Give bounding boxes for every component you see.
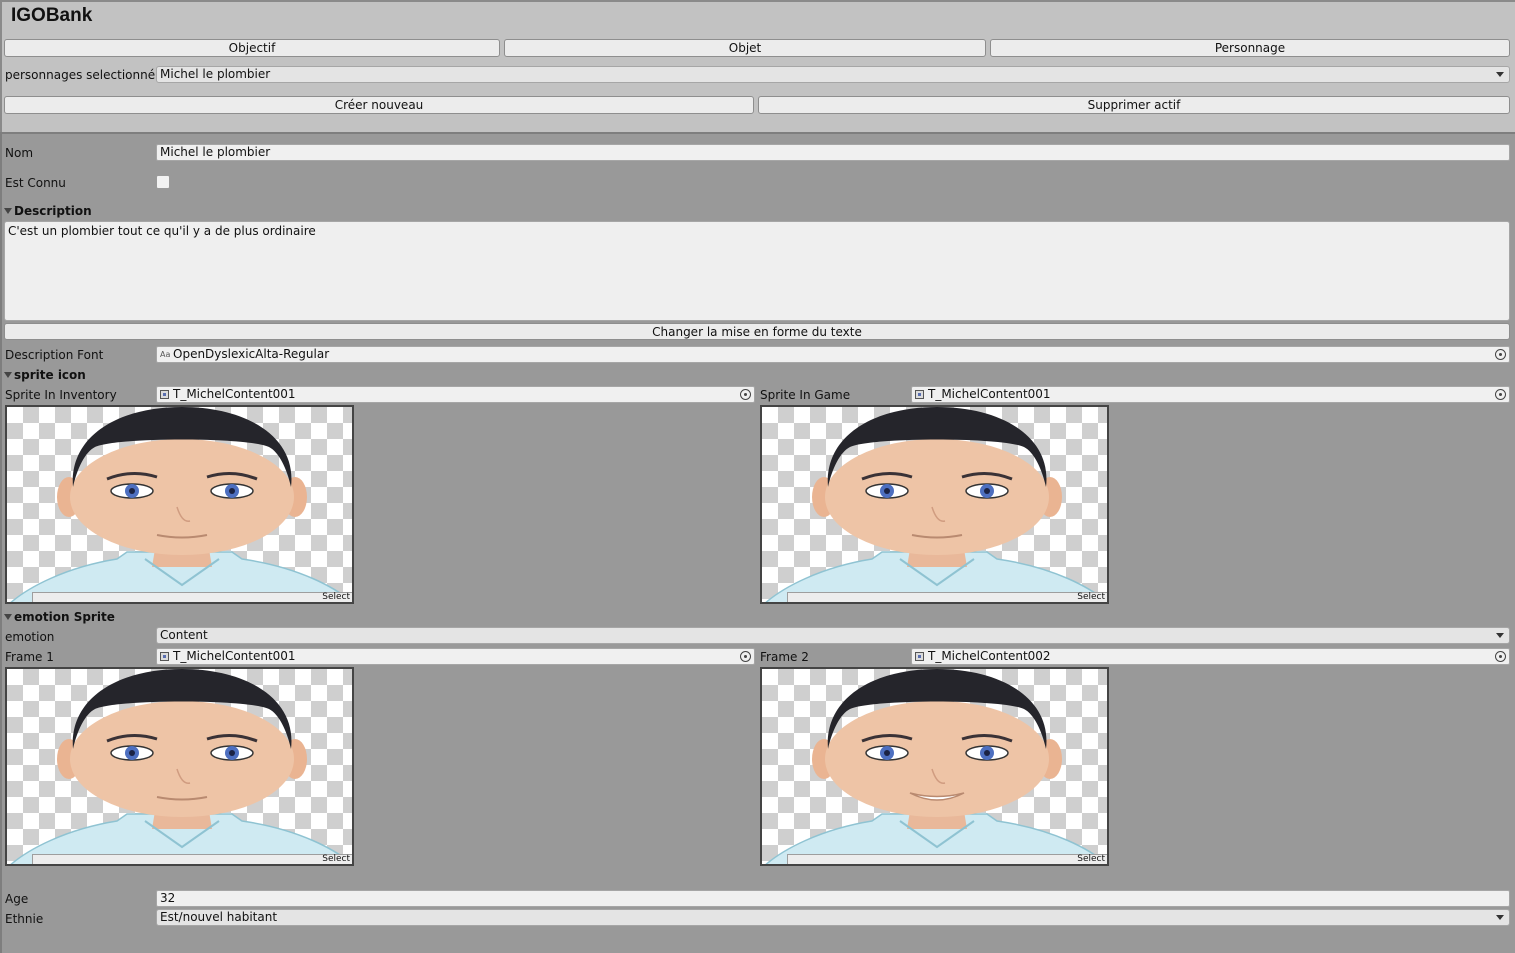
age-value: 32 — [160, 891, 176, 905]
change-format-button[interactable]: Changer la mise en forme du texte — [4, 323, 1510, 340]
emotion-value: Content — [160, 628, 208, 642]
character-portrait-image — [765, 669, 1107, 864]
object-picker-icon[interactable] — [740, 389, 751, 400]
description-font-label: Description Font — [5, 348, 104, 362]
sprite-select-button[interactable]: Select — [787, 854, 1107, 864]
chevron-down-icon — [1496, 72, 1504, 77]
selected-character-value: Michel le plombier — [160, 67, 271, 81]
character-portrait-image — [765, 407, 1107, 602]
emotion-dropdown[interactable]: Content — [156, 627, 1510, 644]
frame2-field[interactable]: T_MichelContent002 — [911, 648, 1510, 665]
sprite-asset-icon — [915, 390, 924, 399]
ethnicity-label: Ethnie — [5, 912, 44, 926]
window-title: IGOBank — [11, 5, 93, 26]
sprite-game-value: T_MichelContent001 — [928, 387, 1051, 401]
emotion-sprite-header: emotion Sprite — [14, 610, 115, 624]
sprite-game-preview[interactable]: Select — [760, 405, 1109, 604]
character-portrait-image — [10, 407, 352, 602]
description-font-value: OpenDyslexicAlta-Regular — [173, 347, 330, 361]
frame1-value: T_MichelContent001 — [173, 649, 296, 663]
sprite-asset-icon — [160, 390, 169, 399]
description-textarea[interactable]: C'est un plombier tout ce qu'il y a de p… — [4, 221, 1510, 321]
sprite-inventory-label: Sprite In Inventory — [5, 388, 117, 402]
emotion-sprite-foldout[interactable]: emotion Sprite — [3, 609, 115, 625]
sprite-asset-icon — [160, 652, 169, 661]
sprite-select-button[interactable]: Select — [32, 854, 352, 864]
frame2-label: Frame 2 — [760, 650, 809, 664]
sprite-icon-header: sprite icon — [14, 368, 86, 382]
description-text: C'est un plombier tout ce qu'il y a de p… — [8, 224, 316, 238]
chevron-down-icon — [1496, 915, 1504, 920]
tab-personnage[interactable]: Personnage — [990, 39, 1510, 57]
emotion-label: emotion — [5, 630, 55, 644]
known-checkbox[interactable] — [156, 175, 170, 189]
description-font-field[interactable]: Aa OpenDyslexicAlta-Regular — [156, 346, 1510, 363]
name-value: Michel le plombier — [160, 145, 271, 159]
font-asset-icon: Aa — [160, 350, 171, 359]
selected-character-label: personnages selectionné — [5, 68, 156, 82]
delete-active-button[interactable]: Supprimer actif — [758, 96, 1510, 114]
description-header: Description — [14, 204, 92, 218]
sprite-game-label: Sprite In Game — [760, 388, 851, 402]
foldout-arrow-icon — [4, 614, 12, 620]
age-label: Age — [5, 892, 29, 906]
foldout-arrow-icon — [4, 372, 12, 378]
ethnicity-dropdown[interactable]: Est/nouvel habitant — [156, 909, 1510, 926]
ethnicity-value: Est/nouvel habitant — [160, 910, 278, 924]
frame2-preview[interactable]: Select — [760, 667, 1109, 866]
object-picker-icon[interactable] — [1495, 349, 1506, 360]
sprite-inventory-preview[interactable]: Select — [5, 405, 354, 604]
character-portrait-image — [10, 669, 352, 864]
object-picker-icon[interactable] — [1495, 651, 1506, 662]
chevron-down-icon — [1496, 633, 1504, 638]
age-field[interactable]: 32 — [156, 890, 1510, 907]
description-foldout[interactable]: Description — [3, 203, 92, 219]
object-picker-icon[interactable] — [740, 651, 751, 662]
sprite-icon-foldout[interactable]: sprite icon — [3, 367, 86, 383]
sprite-inventory-value: T_MichelContent001 — [173, 387, 296, 401]
create-new-button[interactable]: Créer nouveau — [4, 96, 754, 114]
frame1-label: Frame 1 — [5, 650, 54, 664]
frame1-preview[interactable]: Select — [5, 667, 354, 866]
tab-objet[interactable]: Objet — [504, 39, 986, 57]
sprite-game-field[interactable]: T_MichelContent001 — [911, 386, 1510, 403]
frame1-field[interactable]: T_MichelContent001 — [156, 648, 755, 665]
selected-character-dropdown[interactable]: Michel le plombier — [156, 66, 1510, 83]
known-label: Est Connu — [5, 176, 66, 190]
object-picker-icon[interactable] — [1495, 389, 1506, 400]
foldout-arrow-icon — [4, 208, 12, 214]
sprite-select-button[interactable]: Select — [787, 592, 1107, 602]
sprite-inventory-field[interactable]: T_MichelContent001 — [156, 386, 755, 403]
name-field[interactable]: Michel le plombier — [156, 144, 1510, 161]
name-label: Nom — [5, 146, 34, 160]
tab-objectif[interactable]: Objectif — [4, 39, 500, 57]
sprite-select-button[interactable]: Select — [32, 592, 352, 602]
sprite-asset-icon — [915, 652, 924, 661]
frame2-value: T_MichelContent002 — [928, 649, 1051, 663]
